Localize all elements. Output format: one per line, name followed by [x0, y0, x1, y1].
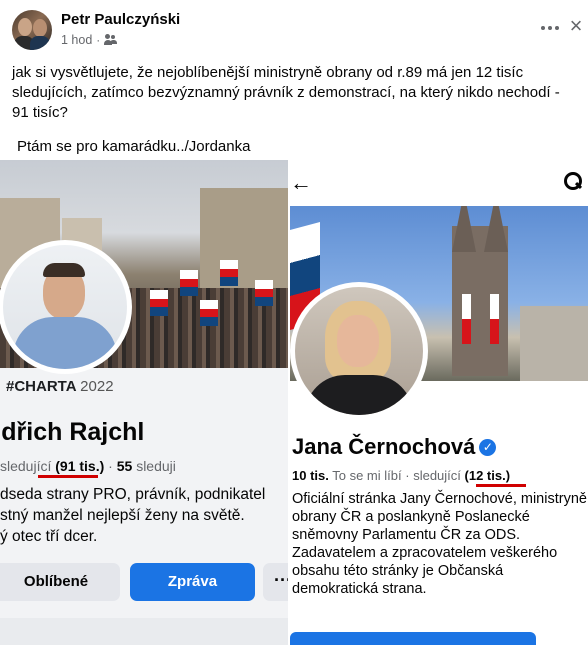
mobile-top-bar: ←	[290, 162, 588, 204]
author-name[interactable]: Petr Paulczyński	[61, 11, 180, 28]
red-underline-right	[476, 484, 526, 487]
cernochova-profile-picture[interactable]	[290, 282, 428, 420]
verified-badge-icon: ✓	[479, 439, 497, 456]
meta-separator: ·	[96, 33, 101, 47]
search-icon[interactable]	[564, 172, 582, 190]
cernochova-bio: Oficiální stránka Jany Černochové, minis…	[292, 491, 587, 597]
post-text: jak si vysvětlujete, že nejoblíbenější m…	[12, 64, 560, 121]
post-body: jak si vysvětlujete, že nejoblíbenější m…	[12, 63, 578, 171]
rajchl-profile-picture[interactable]	[0, 240, 132, 374]
cernochova-stats: 10 tis. To se mi líbí · sledující (12 ti…	[292, 468, 511, 483]
cernochova-followers-count: (12 tis.)	[464, 468, 511, 483]
cernochova-name: Jana Černochová ✓	[292, 434, 497, 460]
post-header: Petr Paulczyński 1 hod · ×	[12, 10, 582, 54]
rajchl-profile-screenshot[interactable]: #CHARTA 2022 ndřich Rajchl sledující (91…	[0, 160, 288, 645]
message-button[interactable]: Zpráva	[130, 563, 255, 601]
more-options-button[interactable]	[538, 16, 562, 40]
cernochova-likes-count: 10 tis.	[292, 468, 329, 483]
post-text-secondary: Ptám se pro kamarádku../Jordanka	[17, 138, 251, 155]
red-underline-left	[38, 475, 98, 478]
like-page-button[interactable]: Oblíbené	[0, 563, 120, 601]
rajchl-following-count: 55	[116, 458, 133, 474]
rajchl-followers-count: (91 tis.)	[55, 458, 105, 474]
rajchl-name: ndřich Rajchl	[0, 418, 145, 446]
rajchl-stats: sledující (91 tis.) · 55 sleduji	[0, 458, 176, 474]
rajchl-bio: dseda strany PRO, právník, podnikatel st…	[0, 486, 266, 545]
post-time[interactable]: 1 hod	[61, 33, 92, 47]
author-avatar[interactable]	[12, 10, 52, 50]
cernochova-profile-screenshot[interactable]: ← Jana Černochová ✓ 10 tis. To se mi líbí…	[290, 162, 588, 645]
friends-audience-icon[interactable]	[104, 34, 118, 46]
back-arrow-icon[interactable]: ←	[290, 170, 312, 196]
left-bottom-strip	[0, 618, 288, 645]
profile-more-button[interactable]: ···	[263, 563, 288, 601]
close-icon[interactable]: ×	[564, 14, 588, 38]
charta-hashtag: #CHARTA 2022	[6, 378, 114, 395]
primary-action-button[interactable]	[290, 632, 536, 645]
post-meta: 1 hod ·	[61, 33, 118, 47]
